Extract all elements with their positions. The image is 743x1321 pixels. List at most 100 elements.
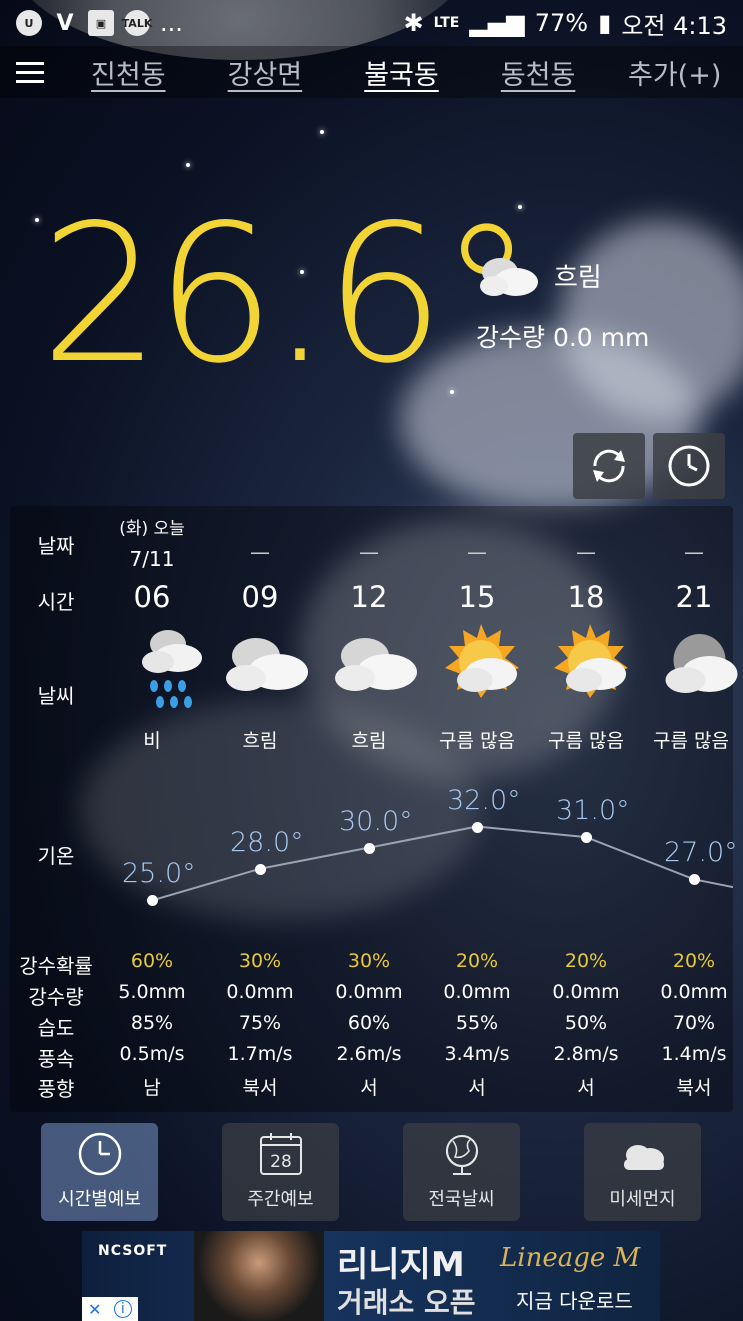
ad-subtitle: 거래소 오픈 — [337, 1286, 476, 1319]
forecast-hour: 21 — [675, 580, 713, 614]
temperature-label: 30.0° — [339, 805, 413, 837]
humidity-value: 75% — [238, 1012, 282, 1034]
precip-amount-value: 0.0mm — [226, 981, 294, 1003]
cloudy-icon — [480, 258, 538, 296]
precip-prob-value: 30% — [347, 950, 391, 972]
forecast-weather-label: 흐림 — [351, 730, 387, 752]
tab-location-active[interactable]: 불국동 — [333, 53, 470, 92]
battery-percent: 77% — [534, 9, 589, 37]
clock-icon — [668, 445, 710, 487]
wind-speed-value: 0.5m/s — [119, 1043, 185, 1065]
forecast-hour: 06 — [133, 580, 171, 614]
current-condition-label: 흐림 — [554, 262, 602, 293]
humidity-value: 50% — [564, 1012, 608, 1034]
sun-cloud-icon — [554, 624, 628, 698]
forecast-date-dash: — — [467, 540, 487, 564]
wind-speed-value: 1.7m/s — [227, 1043, 293, 1065]
globe-icon — [445, 1135, 478, 1175]
tab-location[interactable]: 강상면 — [197, 53, 334, 92]
close-icon[interactable]: ✕ — [88, 1300, 101, 1319]
forecast-date-dash: — — [684, 540, 704, 564]
precip-prob-value: 20% — [564, 950, 608, 972]
network-type: LTE — [433, 15, 460, 31]
star-decoration — [35, 218, 39, 222]
wind-dir-value: 서 — [360, 1077, 378, 1099]
precip-prob-value: 60% — [130, 950, 174, 972]
temperature-label: 32.0° — [447, 784, 521, 816]
current-temperature: 26.6° — [40, 184, 534, 405]
temperature-label: 27.0° — [664, 837, 738, 869]
wind-dir-value: 남 — [143, 1077, 161, 1099]
moon-cloud-icon — [665, 634, 738, 693]
precip-amount-value: 0.0mm — [552, 981, 620, 1003]
clock-icon — [78, 1132, 121, 1176]
nav-label: 주간예보 — [247, 1189, 314, 1210]
ad-company: NCSOFT — [98, 1243, 168, 1259]
humidity-value: 85% — [130, 1012, 174, 1034]
row-label-time: 시간 — [37, 590, 75, 614]
clock-time: 오전 4:13 — [621, 11, 727, 40]
wind-speed-value: 1.4m/s — [661, 1043, 727, 1065]
nav-label: 전국날씨 — [428, 1189, 495, 1210]
wind-dir-value: 서 — [577, 1077, 595, 1099]
forecast-weather-label: 구름 많음 — [439, 730, 515, 752]
forecast-date-dash: — — [359, 540, 379, 564]
temperature-point — [472, 821, 483, 833]
wind-dir-value: 북서 — [676, 1077, 712, 1099]
precip-prob-value: 30% — [238, 950, 282, 972]
status-left: U V ▣ TALK ... — [16, 9, 183, 37]
battery-icon: ▮ — [598, 9, 612, 37]
history-button[interactable] — [653, 433, 725, 499]
refresh-button[interactable] — [573, 433, 645, 499]
forecast-weather-label: 비 — [143, 730, 161, 752]
wind-speed-value: 3.4m/s — [444, 1043, 510, 1065]
tab-location[interactable]: 진천동 — [60, 53, 197, 92]
temperature-label: 28.0° — [230, 826, 304, 858]
menu-icon[interactable] — [0, 46, 60, 98]
forecast-weather-label: 구름 많음 — [653, 730, 729, 752]
forecast-date: 7/11 — [129, 547, 175, 571]
u-plus-icon: U — [16, 10, 42, 36]
calendar-day: 28 — [270, 1152, 292, 1172]
ad-banner[interactable]: NCSOFT 리니지M 거래소 오픈 Lineage M 지금 다운로드 — [82, 1231, 660, 1321]
bluetooth-icon: ✱ — [403, 9, 424, 37]
precip-amount-value: 0.0mm — [335, 981, 403, 1003]
wind-speed-value: 2.8m/s — [553, 1043, 619, 1065]
status-bar: U V ▣ TALK ... ✱ LTE ▂▄▆ 77% ▮ 오전 4:13 — [0, 0, 743, 46]
row-label-precip-prob: 강수확률 — [19, 954, 93, 978]
calendar-icon: 28 — [259, 1133, 302, 1175]
nav-hourly-forecast[interactable]: 시간별예보 — [41, 1123, 158, 1221]
info-icon[interactable]: i — [113, 1300, 132, 1318]
cloudy-icon — [226, 638, 308, 691]
wind-speed-value: 2.6m/s — [336, 1043, 402, 1065]
cloud-icon — [623, 1145, 664, 1170]
tab-location[interactable]: 동천동 — [470, 53, 607, 92]
star-decoration — [320, 130, 324, 134]
tab-add-location[interactable]: 추가(+) — [606, 53, 743, 92]
nav-label: 미세먼지 — [609, 1189, 676, 1210]
temperature-point — [255, 863, 266, 875]
row-label-wind-dir: 풍향 — [37, 1077, 75, 1101]
forecast-hour: 18 — [567, 580, 605, 614]
precip-prob-value: 20% — [672, 950, 716, 972]
forecast-weather-label: 흐림 — [242, 730, 278, 752]
precip-amount-value: 0.0mm — [660, 981, 728, 1003]
precip-amount-value: 0.0mm — [443, 981, 511, 1003]
gallery-icon: ▣ — [88, 10, 114, 36]
humidity-value: 70% — [672, 1012, 716, 1034]
kakaotalk-icon: TALK — [122, 10, 152, 36]
nav-national-weather[interactable]: 전국날씨 — [403, 1123, 520, 1221]
row-label-humidity: 습도 — [37, 1016, 75, 1040]
humidity-value: 60% — [347, 1012, 391, 1034]
forecast-hour: 12 — [350, 580, 388, 614]
wind-dir-value: 서 — [468, 1077, 486, 1099]
humidity-value: 55% — [455, 1012, 499, 1034]
wind-dir-value: 북서 — [242, 1077, 278, 1099]
nav-weekly-forecast[interactable]: 28 주간예보 — [222, 1123, 339, 1221]
status-more: ... — [160, 9, 183, 37]
temperature-point — [364, 842, 375, 854]
star-decoration — [186, 163, 190, 167]
forecast-hour: 15 — [458, 580, 496, 614]
nav-fine-dust[interactable]: 미세먼지 — [584, 1123, 701, 1221]
row-label-date: 날짜 — [37, 534, 75, 558]
